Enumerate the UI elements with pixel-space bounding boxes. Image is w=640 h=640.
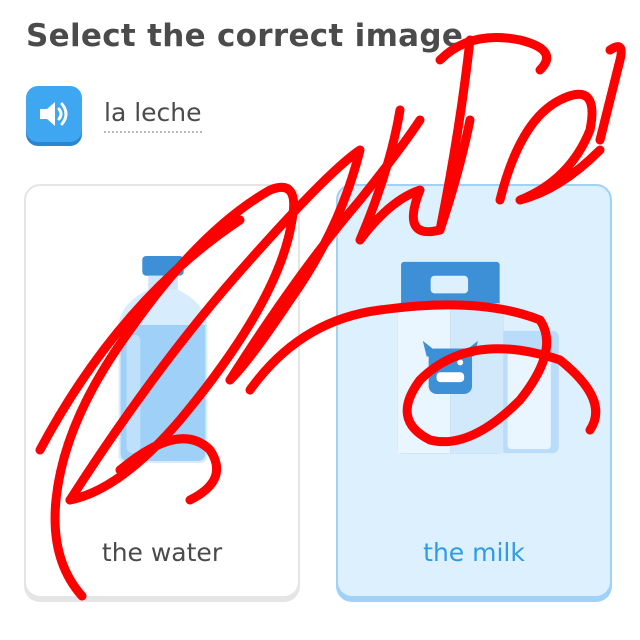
choice-card-milk[interactable]: the milk (336, 184, 612, 598)
prompt-word[interactable]: la leche (104, 98, 202, 133)
choice-label: the water (101, 538, 223, 567)
milk-carton-icon (397, 261, 559, 454)
choice-card-water[interactable]: the water (24, 184, 300, 598)
water-bottle-icon (118, 255, 208, 463)
play-audio-button[interactable] (26, 86, 82, 142)
choice-label: the milk (423, 538, 525, 567)
page-title: Select the correct image (26, 18, 464, 54)
speaker-icon (40, 102, 68, 126)
